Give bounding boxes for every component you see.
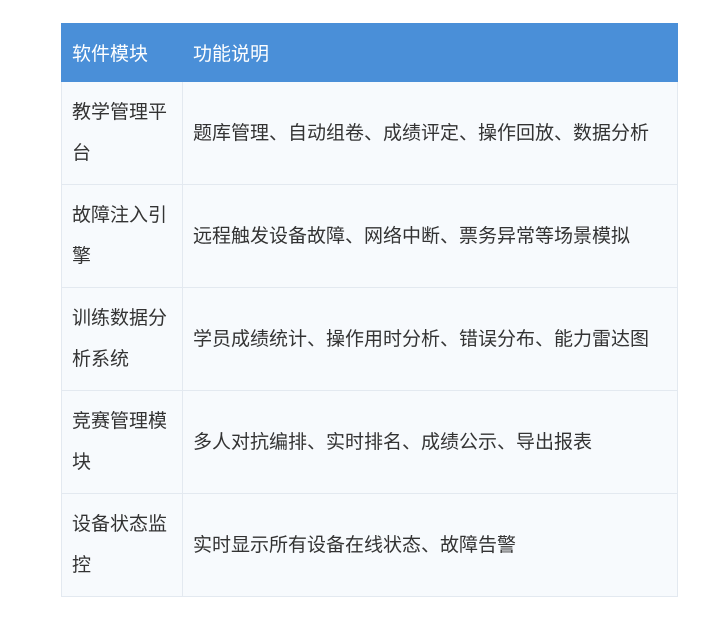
cell-module: 故障注入引擎: [61, 184, 183, 288]
cell-description: 学员成绩统计、操作用时分析、错误分布、能力雷达图: [182, 287, 678, 391]
module-table-container: 软件模块 功能说明 教学管理平台 题库管理、自动组卷、成绩评定、操作回放、数据分…: [61, 23, 678, 597]
table-row: 训练数据分析系统 学员成绩统计、操作用时分析、错误分布、能力雷达图: [61, 287, 678, 391]
table-header: 软件模块 功能说明: [61, 23, 678, 82]
table-row: 教学管理平台 题库管理、自动组卷、成绩评定、操作回放、数据分析: [61, 81, 678, 185]
cell-description: 远程触发设备故障、网络中断、票务异常等场景模拟: [182, 184, 678, 288]
header-function-description: 功能说明: [182, 23, 678, 82]
cell-description: 多人对抗编排、实时排名、成绩公示、导出报表: [182, 390, 678, 494]
table-row: 故障注入引擎 远程触发设备故障、网络中断、票务异常等场景模拟: [61, 184, 678, 288]
cell-module: 训练数据分析系统: [61, 287, 183, 391]
header-row: 软件模块 功能说明: [61, 23, 678, 82]
table-row: 设备状态监控 实时显示所有设备在线状态、故障告警: [61, 493, 678, 597]
cell-module: 竞赛管理模块: [61, 390, 183, 494]
cell-module: 设备状态监控: [61, 493, 183, 597]
cell-description: 实时显示所有设备在线状态、故障告警: [182, 493, 678, 597]
cell-description: 题库管理、自动组卷、成绩评定、操作回放、数据分析: [182, 81, 678, 185]
table-body: 教学管理平台 题库管理、自动组卷、成绩评定、操作回放、数据分析 故障注入引擎 远…: [61, 81, 678, 597]
table-row: 竞赛管理模块 多人对抗编排、实时排名、成绩公示、导出报表: [61, 390, 678, 494]
header-software-module: 软件模块: [61, 23, 183, 82]
software-module-table: 软件模块 功能说明 教学管理平台 题库管理、自动组卷、成绩评定、操作回放、数据分…: [61, 23, 678, 597]
cell-module: 教学管理平台: [61, 81, 183, 185]
